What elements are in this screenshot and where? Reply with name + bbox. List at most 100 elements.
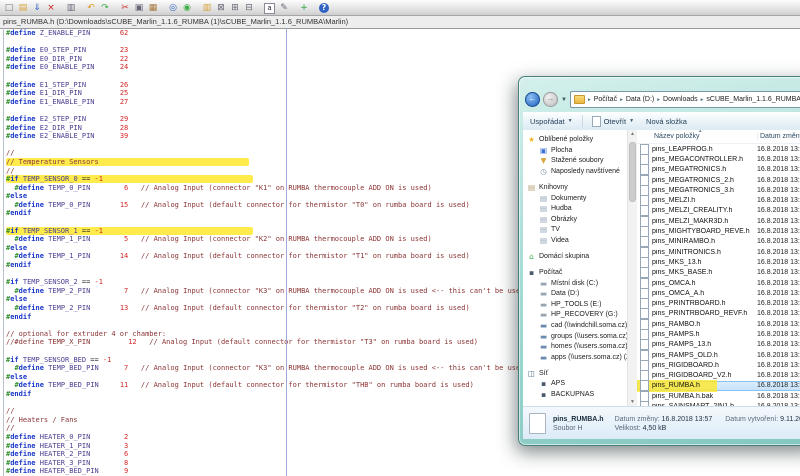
file-row[interactable]: pins_OMCA_A.h16.8.2018 13:57	[637, 288, 800, 298]
help-icon[interactable]: ?	[319, 3, 329, 13]
file-row[interactable]: pins_SAINSMART_2IN1.h16.8.2018 13:57	[637, 401, 800, 406]
find-icon[interactable]: ◎	[166, 2, 180, 14]
column-header-name[interactable]: Název položky	[637, 133, 757, 140]
sidebar-item-tv[interactable]: ▤TV	[523, 225, 627, 236]
breadcrumb-item[interactable]: Downloads	[663, 96, 698, 103]
file-row[interactable]: pins_MELZI.h16.8.2018 13:57	[637, 195, 800, 205]
cut-icon[interactable]: ✂	[118, 2, 132, 14]
recent-pages-dropdown[interactable]: ▼	[561, 97, 567, 103]
sidebar-item-plocha[interactable]: ▣Plocha	[523, 145, 627, 156]
sidebar-item-groups-users-soma-cz-[interactable]: ▬groups (\\users.soma.cz)	[523, 331, 627, 342]
scroll-up-icon[interactable]: ▲	[628, 131, 637, 137]
file-row[interactable]: pins_RUMBA.h16.8.2018 13:57	[637, 381, 800, 391]
file-row[interactable]: pins_RIGIDBOARD.h16.8.2018 13:57	[637, 360, 800, 370]
new-project-icon[interactable]: ▥	[200, 2, 214, 14]
file-row[interactable]: pins_MEGACONTROLLER.h16.8.2018 13:57	[637, 154, 800, 164]
file-row[interactable]: pins_RAMBO.h16.8.2018 13:57	[637, 319, 800, 329]
open-menu[interactable]: Otevřít ▼	[592, 116, 634, 127]
sidebar-group-po-ta-[interactable]: ▪Počítač	[523, 267, 627, 278]
file-name: pins_RIGIDBOARD_V2.h	[652, 372, 757, 379]
sidebar-item-sta-en-soubory[interactable]: ▼Stažené soubory	[523, 156, 627, 167]
sidebar-item-label: HP_TOOLS (E:)	[551, 301, 601, 308]
sidebar-item-naposledy-nav-t-ven-[interactable]: ◷Naposledy navštívené	[523, 166, 627, 177]
file-row[interactable]: pins_MIGHTYBOARD_REVE.h16.8.2018 13:57	[637, 226, 800, 236]
sidebar-item-m-stn-disk-c-[interactable]: ▬Místní disk (C:)	[523, 278, 627, 289]
sidebar-item-hp-tools-e-[interactable]: ▬HP_TOOLS (E:)	[523, 299, 627, 310]
file-date: 16.8.2018 13:57	[757, 382, 800, 389]
sidebar-item-homes-users-soma-cz-[interactable]: ▬homes (\\users.soma.cz)	[523, 341, 627, 352]
file-row[interactable]: pins_PRINTRBOARD_REVF.h16.8.2018 13:57	[637, 309, 800, 319]
file-row[interactable]: pins_MKS_BASE.h16.8.2018 13:57	[637, 268, 800, 278]
file-row[interactable]: pins_MEGATRONICS_2.h16.8.2018 13:57	[637, 175, 800, 185]
file-name: pins_RAMPS_OLD.h	[652, 352, 757, 359]
sidebar-item-data-d-[interactable]: ▬Data (D:)	[523, 288, 627, 299]
window-close-icon[interactable]: ⊠	[214, 2, 228, 14]
sidebar-group-s-[interactable]: ◫Síť	[523, 368, 627, 379]
window-remove-icon[interactable]: ⊟	[242, 2, 256, 14]
file-tab[interactable]: pins_RUMBA.h (D:\Downloads\sCUBE_Marlin_…	[3, 17, 348, 26]
column-header-date[interactable]: Datum změny	[757, 133, 800, 140]
paste-icon[interactable]: ▦	[146, 2, 160, 14]
file-row[interactable]: pins_MEGATRONICS_3.h16.8.2018 13:57	[637, 185, 800, 195]
file-row[interactable]: pins_MELZI_MAKR3D.h16.8.2018 13:57	[637, 216, 800, 226]
file-row[interactable]: pins_MINIRAMBO.h16.8.2018 13:57	[637, 237, 800, 247]
sidebar-group-label: Knihovny	[539, 184, 568, 191]
sidebar-group-obl-ben-polo-ky[interactable]: ★Oblíbené položky	[523, 134, 627, 145]
file-row[interactable]: pins_MELZI_CREALITY.h16.8.2018 13:57	[637, 206, 800, 216]
file-icon	[640, 401, 649, 406]
undo-icon[interactable]: ↶	[84, 2, 98, 14]
breadcrumb-item[interactable]: sCUBE_Marlin_1.1.6_RUMBA (1)	[706, 96, 800, 103]
redo-icon[interactable]: ↷	[98, 2, 112, 14]
copy-icon[interactable]: ▣	[132, 2, 146, 14]
sidebar-scrollbar[interactable]: ▲ ▼	[627, 130, 637, 406]
file-date: 16.8.2018 13:57	[757, 403, 800, 406]
scroll-down-icon[interactable]: ▼	[628, 399, 637, 405]
font-icon[interactable]: a	[264, 3, 275, 14]
file-row[interactable]: pins_MINITRONICS.h16.8.2018 13:57	[637, 247, 800, 257]
file-row[interactable]: pins_RAMPS.h16.8.2018 13:57	[637, 329, 800, 339]
sidebar-item-apps-users-soma-cz-z[interactable]: ▬apps (\\users.soma.cz) (Z	[523, 352, 627, 363]
file-row[interactable]: pins_MKS_13.h16.8.2018 13:57	[637, 257, 800, 267]
open-folder-icon[interactable]: ▤	[16, 2, 30, 14]
sidebar-item-aps[interactable]: ▪APS	[523, 379, 627, 390]
scrollbar-thumb[interactable]	[629, 142, 636, 202]
new-folder-button[interactable]: Nová složka	[646, 117, 687, 126]
sidebar-group-knihovny[interactable]: ▤Knihovny	[523, 182, 627, 193]
back-button[interactable]: ←	[525, 92, 540, 107]
hard-drive-icon: ▬	[539, 310, 548, 319]
find-in-files-icon[interactable]: ◉	[180, 2, 194, 14]
sidebar-item-cad-windchill-soma-cz-[interactable]: ▬cad (\\windchill.soma.cz)	[523, 320, 627, 331]
sidebar-item-backupnas[interactable]: ▪BACKUPNAS	[523, 389, 627, 400]
file-icon	[592, 116, 601, 127]
print-icon[interactable]: ▥	[64, 2, 78, 14]
file-name: pins_MIGHTYBOARD_REVE.h	[652, 228, 757, 235]
new-file-icon[interactable]: □	[2, 2, 16, 14]
sidebar-item-videa[interactable]: ▤Videa	[523, 235, 627, 246]
breadcrumb-item[interactable]: Počítač	[594, 96, 617, 103]
sidebar-group-dom-c-skupina[interactable]: ⌂Domácí skupina	[523, 251, 627, 262]
file-row[interactable]: pins_RAMPS_OLD.h16.8.2018 13:57	[637, 350, 800, 360]
forward-button[interactable]: →	[543, 92, 558, 107]
window-add-icon[interactable]: ⊞	[228, 2, 242, 14]
breadcrumb-item[interactable]: Data (D:)	[626, 96, 654, 103]
close-file-icon[interactable]: ×	[44, 2, 58, 14]
file-row[interactable]: pins_RAMPS_13.h16.8.2018 13:57	[637, 340, 800, 350]
file-row[interactable]: pins_LEAPFROG.h16.8.2018 13:57	[637, 144, 800, 154]
settings-icon[interactable]: ✎	[277, 2, 291, 14]
add-plugin-icon[interactable]: +	[297, 2, 311, 14]
sidebar-item-dokumenty[interactable]: ▤Dokumenty	[523, 193, 627, 204]
sidebar-item-hp-recovery-g-[interactable]: ▬HP_RECOVERY (G:)	[523, 310, 627, 321]
organize-menu[interactable]: Uspořádat ▼	[530, 117, 573, 126]
file-date: 16.8.2018 13:57	[757, 146, 800, 153]
file-row[interactable]: pins_OMCA.h16.8.2018 13:57	[637, 278, 800, 288]
explorer-titlebar[interactable]	[523, 79, 800, 89]
file-name: pins_MINITRONICS.h	[652, 249, 757, 256]
code-line: #define E0_DIR_PIN 22	[6, 55, 800, 64]
file-row[interactable]: pins_RUMBA.h.bak16.8.2018 13:57	[637, 391, 800, 401]
sidebar-item-obr-zky[interactable]: ▤Obrázky	[523, 214, 627, 225]
address-bar[interactable]: ▸Počítač▸Data (D:)▸Downloads▸sCUBE_Marli…	[570, 91, 800, 108]
file-row[interactable]: pins_PRINTRBOARD.h16.8.2018 13:57	[637, 298, 800, 308]
sidebar-item-hudba[interactable]: ▤Hudba	[523, 203, 627, 214]
file-row[interactable]: pins_MEGATRONICS.h16.8.2018 13:57	[637, 165, 800, 175]
save-file-icon[interactable]: ⇓	[30, 2, 44, 14]
